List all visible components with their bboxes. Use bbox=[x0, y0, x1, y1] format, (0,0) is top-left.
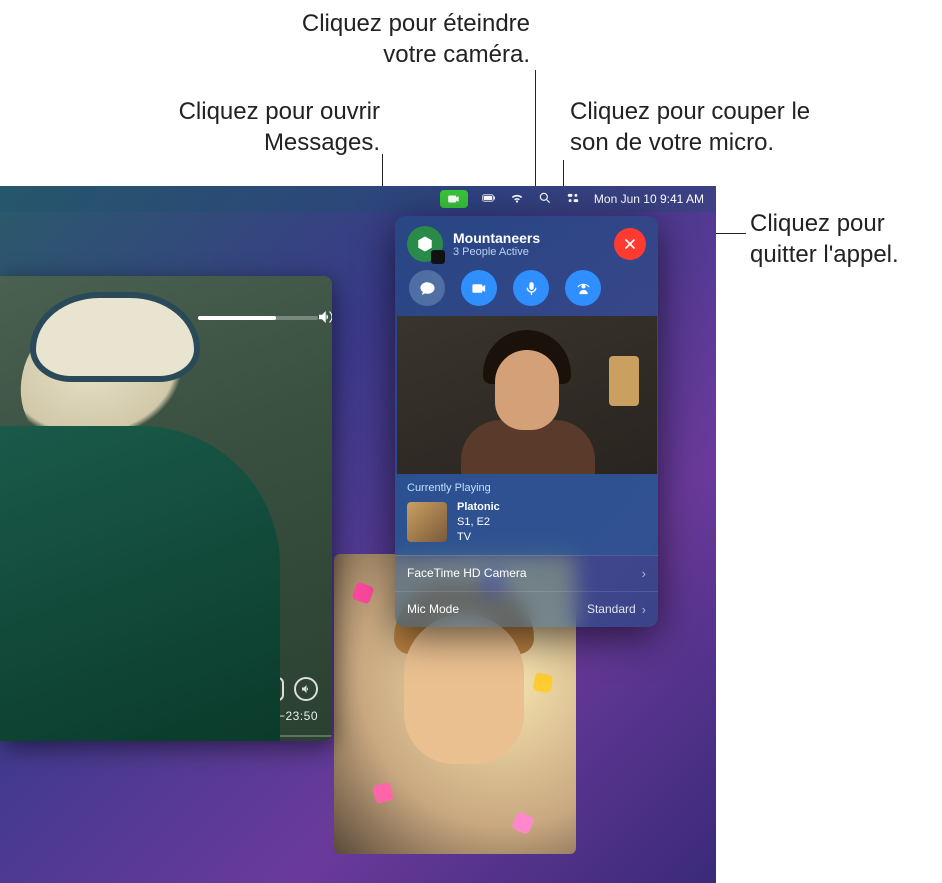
camera-select-label: FaceTime HD Camera bbox=[407, 566, 527, 580]
player-controls: FR/EN −23:50 bbox=[258, 677, 318, 723]
callout-leave-call: Cliquez pourquitter l'appel. bbox=[750, 208, 930, 270]
shareplay-button[interactable] bbox=[565, 270, 601, 306]
menubar: Mon Jun 10 9:41 AM bbox=[0, 186, 716, 212]
chevron-right-icon: › bbox=[642, 602, 646, 617]
mic-mode-row[interactable]: Mic Mode Standard › bbox=[395, 591, 658, 627]
airplay-button[interactable] bbox=[294, 677, 318, 701]
facetime-menubar-icon[interactable] bbox=[440, 190, 468, 208]
now-playing-artwork bbox=[407, 502, 447, 542]
battery-icon bbox=[482, 191, 496, 208]
now-playing-title: Platonic bbox=[457, 500, 500, 515]
wifi-icon bbox=[510, 191, 524, 208]
subtitles-button[interactable]: FR/EN bbox=[258, 677, 284, 701]
open-messages-button[interactable] bbox=[409, 270, 445, 306]
callout-mute-mic: Cliquez pour couper leson de votre micro… bbox=[570, 96, 860, 158]
mic-mode-label: Mic Mode bbox=[407, 602, 459, 616]
callout-camera-off: Cliquez pour éteindrevotre caméra. bbox=[250, 8, 530, 70]
search-icon[interactable] bbox=[538, 191, 552, 208]
menubar-datetime[interactable]: Mon Jun 10 9:41 AM bbox=[594, 192, 704, 206]
group-subtitle: 3 People Active bbox=[453, 246, 540, 258]
volume-icon bbox=[316, 308, 332, 331]
desktop-background: Mon Jun 10 9:41 AM FR/EN −23:50 bbox=[0, 186, 716, 883]
progress-bar[interactable] bbox=[0, 735, 332, 737]
camera-select-row[interactable]: FaceTime HD Camera › bbox=[395, 555, 658, 591]
facetime-control-panel: Mountaneers 3 People Active bbox=[395, 216, 658, 627]
leave-call-button[interactable] bbox=[614, 228, 646, 260]
shareplay-video-player[interactable]: FR/EN −23:50 bbox=[0, 276, 332, 741]
now-playing-episode: S1, E2 bbox=[457, 515, 500, 530]
now-playing-section: Currently Playing Platonic S1, E2 TV bbox=[395, 474, 658, 555]
callout-open-messages: Cliquez pour ouvrirMessages. bbox=[120, 96, 380, 158]
chevron-right-icon: › bbox=[642, 566, 646, 581]
now-playing-label: Currently Playing bbox=[407, 482, 646, 500]
volume-slider[interactable] bbox=[198, 316, 318, 320]
group-avatar bbox=[407, 226, 443, 262]
now-playing-source: TV bbox=[457, 530, 500, 545]
group-name: Mountaneers bbox=[453, 230, 540, 246]
self-view bbox=[397, 316, 657, 474]
time-remaining: −23:50 bbox=[278, 709, 318, 723]
toggle-camera-button[interactable] bbox=[461, 270, 497, 306]
mic-mode-value: Standard bbox=[587, 602, 636, 616]
control-center-icon[interactable] bbox=[566, 191, 580, 208]
toggle-mic-button[interactable] bbox=[513, 270, 549, 306]
